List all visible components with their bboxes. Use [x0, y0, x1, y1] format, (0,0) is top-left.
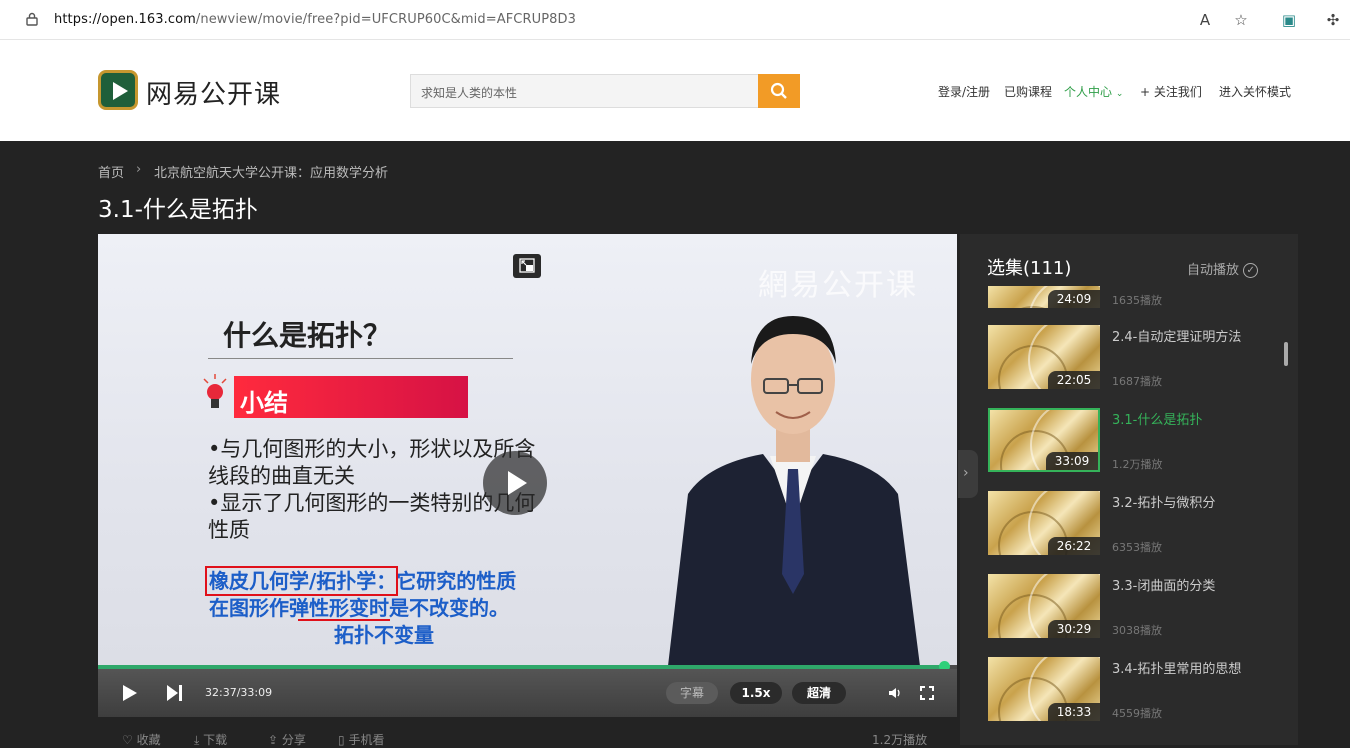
episode-panel: 选集(111) 自动播放 ✓ 24:09 1635播放 22:05 2.4-自动定理证… [960, 234, 1298, 745]
episode-duration: 30:29 [1048, 620, 1100, 638]
episode-play-count: 6353播放 [1112, 541, 1162, 554]
episode-item[interactable]: 26:22 3.2-拓扑与微积分 6353播放 [988, 491, 1288, 555]
episode-item[interactable]: 22:05 2.4-自动定理证明方法 1687播放 [988, 325, 1288, 389]
play-overlay-button[interactable] [483, 451, 547, 515]
volume-icon[interactable] [888, 686, 902, 700]
extensions-icon[interactable]: ✣ [1324, 11, 1342, 29]
save-icon[interactable]: ▣ [1280, 11, 1298, 29]
favorite-button[interactable]: ♡ 收藏 [122, 731, 161, 748]
subtitle-button[interactable]: 字幕 [666, 682, 718, 704]
favorites-icon[interactable]: ☆ [1232, 11, 1250, 29]
episode-title: 3.1-什么是拓扑 [1112, 413, 1203, 428]
fullscreen-icon[interactable] [920, 686, 934, 700]
episode-thumbnail: 33:09 [988, 408, 1100, 472]
episode-title: 3.3-闭曲面的分类 [1112, 579, 1216, 594]
episode-duration: 22:05 [1048, 371, 1100, 389]
site-header: 网易公开课 求知是人类的本性 登录/注册 已购课程 个人中心 ⌄ + 关注我们 … [0, 40, 1350, 141]
collapse-panel-button[interactable]: › [958, 450, 978, 498]
highlight-box [205, 566, 398, 596]
episode-title: 3.2-拓扑与微积分 [1112, 496, 1216, 511]
page-title: 3.1-什么是拓扑 [98, 197, 258, 223]
episode-item[interactable]: 24:09 1635播放 [988, 242, 1288, 308]
episode-play-count: 4559播放 [1112, 707, 1162, 720]
purchased-courses-link[interactable]: 已购课程 [1004, 83, 1052, 100]
lecturer-figure [668, 316, 920, 666]
search-button[interactable] [758, 74, 800, 108]
episode-play-count: 1635播放 [1112, 294, 1162, 307]
episode-title: 2.4-自动定理证明方法 [1112, 330, 1242, 345]
episode-play-count: 1.2万播放 [1112, 458, 1163, 471]
episode-item[interactable]: 33:09 3.1-什么是拓扑 1.2万播放 [988, 408, 1288, 472]
episode-duration: 26:22 [1048, 537, 1100, 555]
quality-button[interactable]: 超清 [792, 682, 846, 704]
episode-thumbnail: 22:05 [988, 325, 1100, 389]
follow-us-link[interactable]: + 关注我们 [1140, 83, 1202, 100]
personal-center-link[interactable]: 个人中心 ⌄ [1064, 83, 1123, 100]
login-link[interactable]: 登录/注册 [938, 83, 990, 100]
episode-play-count: 3038播放 [1112, 624, 1162, 637]
video-player[interactable]: 網易公开课 什么是拓扑？ 小结 •与几何图形的大小，形状以及所含 线段的曲直无关… [98, 234, 957, 717]
episode-item[interactable]: 18:33 3.4-拓扑里常用的思想 4559播放 [988, 657, 1288, 721]
section-banner: 小结 [234, 376, 468, 418]
episode-duration: 18:33 [1048, 703, 1100, 721]
episode-thumbnail: 30:29 [988, 574, 1100, 638]
share-button[interactable]: ⇪ 分享 [268, 731, 306, 748]
play-icon [508, 471, 527, 495]
video-actions: ♡ 收藏 ⤓ 下载 ⇪ 分享 ▯ 手机看 1.2万播放 [98, 717, 957, 748]
chevron-down-icon: ⌄ [1115, 89, 1124, 99]
breadcrumb-home[interactable]: 首页 [98, 162, 124, 181]
logo-icon[interactable] [98, 70, 138, 110]
care-mode-link[interactable]: 进入关怀模式 [1219, 83, 1291, 100]
download-button[interactable]: ⤓ 下载 [194, 731, 227, 748]
slide-title: 什么是拓扑？ [223, 319, 392, 352]
slide-bullet: 性质 [208, 518, 250, 542]
read-aloud-icon[interactable]: A [1196, 11, 1214, 29]
slide-divider [208, 358, 513, 359]
slide-definition: 在图形作弹性形变时是不改变的。 [209, 596, 509, 620]
time-display: 32:37/33:09 [205, 686, 273, 699]
highlight-underline [298, 619, 390, 621]
episode-thumbnail: 24:09 [988, 286, 1100, 308]
episode-thumbnail: 18:33 [988, 657, 1100, 721]
speed-button[interactable]: 1.5x [730, 682, 782, 704]
play-count: 1.2万播放 [872, 733, 928, 747]
personal-center-label: 个人中心 [1064, 85, 1113, 99]
episode-item[interactable]: 30:29 3.3-闭曲面的分类 3038播放 [988, 574, 1288, 638]
lock-icon [26, 12, 38, 26]
episode-thumbnail: 26:22 [988, 491, 1100, 555]
breadcrumb-course[interactable]: 北京航空航天大学公开课：应用数学分析 [154, 162, 388, 181]
url-path: /newview/movie/free?pid=UFCRUP60C&mid=AF… [195, 12, 577, 27]
next-icon[interactable] [166, 684, 184, 702]
video-frame: 網易公开课 什么是拓扑？ 小结 •与几何图形的大小，形状以及所含 线段的曲直无关… [98, 234, 957, 666]
episode-duration: 33:09 [1046, 452, 1098, 470]
episode-duration: 24:09 [1048, 290, 1100, 308]
mobile-watch-button[interactable]: ▯ 手机看 [338, 731, 384, 748]
picture-in-picture-button[interactable] [513, 254, 541, 278]
play-icon[interactable] [122, 684, 138, 702]
search-input[interactable]: 求知是人类的本性 [410, 74, 758, 108]
logo-text[interactable]: 网易公开课 [146, 74, 281, 111]
slide-bullet: 线段的曲直无关 [208, 464, 355, 488]
address-bar[interactable]: https://open.163.com/newview/movie/free?… [54, 12, 576, 27]
pip-icon [519, 258, 535, 273]
slide-definition: 拓扑不变量 [334, 623, 434, 647]
episode-title: 3.4-拓扑里常用的思想 [1112, 662, 1242, 677]
player-controls: 32:37/33:09 字幕 1.5x 超清 [98, 669, 957, 717]
section-label: 小结 [240, 389, 288, 417]
lightbulb-icon [203, 374, 227, 408]
breadcrumb-separator: › [136, 162, 142, 177]
url-host: https://open.163.com [54, 12, 196, 27]
episode-play-count: 1687播放 [1112, 375, 1162, 388]
search-icon [770, 82, 787, 99]
browser-toolbar: https://open.163.com/newview/movie/free?… [0, 0, 1350, 40]
slide-bullet: •与几何图形的大小，形状以及所含 [208, 437, 536, 461]
chevron-right-icon: › [963, 465, 969, 481]
